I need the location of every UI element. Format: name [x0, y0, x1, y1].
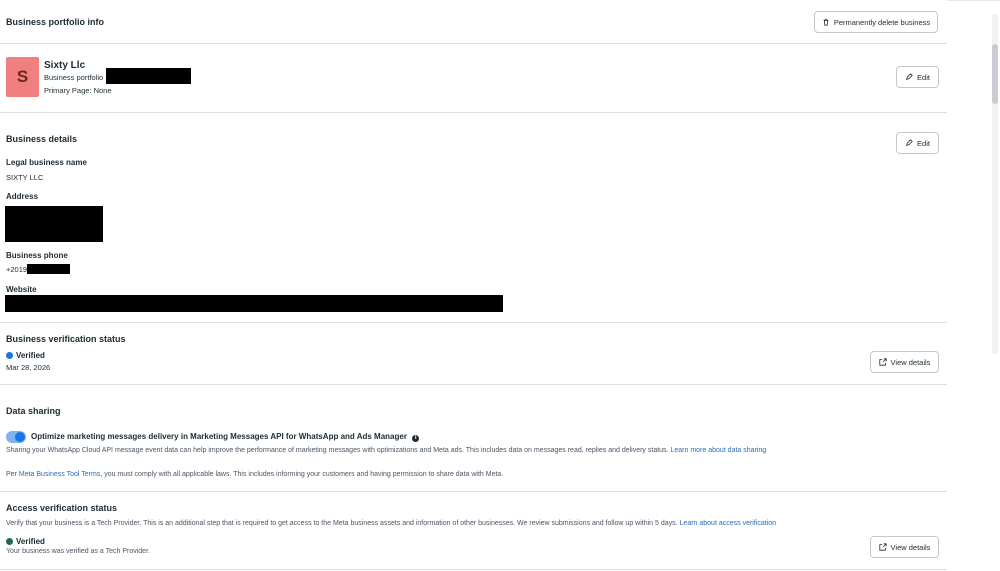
scrollbar-thumb[interactable] — [992, 44, 998, 104]
portfolio-id-label: Business portfolio — [44, 73, 104, 82]
description-text: Sharing your WhatsApp Cloud API message … — [6, 447, 669, 454]
external-link-icon — [878, 543, 887, 551]
edit-business-details-button[interactable]: Edit — [896, 132, 939, 154]
section-title-data-sharing: Data sharing — [6, 406, 61, 416]
verification-date: Mar 28, 2026 — [6, 363, 51, 372]
section-title-access-verification: Access verification status — [6, 503, 118, 513]
business-name: Sixty Llc — [44, 60, 86, 71]
edit-button-label: Edit — [917, 72, 930, 82]
section-title-portfolio-info: Business portfolio info — [6, 17, 104, 27]
pencil-icon — [905, 73, 913, 81]
phone-prefix: +2019 — [6, 265, 28, 274]
permanently-delete-business-button[interactable]: Permanently delete business — [814, 11, 938, 33]
learn-about-access-verification-link[interactable]: Learn about access verification — [680, 520, 777, 527]
edit-portfolio-button[interactable]: Edit — [896, 66, 939, 88]
divider — [0, 43, 947, 44]
toggle-knob — [15, 432, 25, 442]
info-icon[interactable]: i — [412, 435, 420, 442]
toggle-label: Optimize marketing messages delivery in … — [31, 432, 420, 442]
terms-notice: Per Meta Business Tool Terms, you must c… — [6, 471, 503, 478]
redacted-portfolio-id — [106, 68, 191, 84]
verified-dot-icon — [6, 352, 13, 359]
access-description-text: Verify that your business is a Tech Prov… — [6, 520, 678, 527]
verified-dot-icon — [6, 538, 13, 545]
terms-suffix: , you must comply with all applicable la… — [100, 471, 504, 478]
business-portfolio-panel: Business portfolio info Permanently dele… — [0, 0, 947, 571]
data-sharing-description: Sharing your WhatsApp Cloud API message … — [6, 447, 766, 454]
access-status-detail: Your business was verified as a Tech Pro… — [6, 548, 150, 555]
view-details-label: View details — [890, 542, 931, 552]
redacted-address — [5, 206, 103, 242]
terms-prefix: Per — [6, 471, 17, 478]
divider — [0, 491, 947, 492]
legal-name-value: SIXTY LLC — [6, 173, 44, 182]
access-status: Verified — [16, 537, 45, 546]
legal-name-label: Legal business name — [6, 158, 87, 167]
edit-button-label: Edit — [917, 138, 930, 148]
business-avatar: S — [6, 57, 39, 97]
trash-icon — [823, 19, 829, 26]
external-link-icon — [878, 358, 887, 366]
primary-page: Primary Page: None — [44, 86, 112, 95]
learn-more-data-sharing-link[interactable]: Learn more about data sharing — [670, 447, 766, 454]
divider — [0, 112, 947, 113]
access-verification-description: Verify that your business is a Tech Prov… — [6, 520, 776, 527]
view-details-label: View details — [890, 357, 931, 367]
toggle-label-text: Optimize marketing messages delivery in … — [31, 432, 407, 441]
section-title-verification: Business verification status — [6, 334, 126, 344]
redacted-phone — [27, 264, 70, 274]
redacted-website — [5, 295, 503, 312]
divider — [0, 322, 947, 323]
phone-label: Business phone — [6, 251, 68, 260]
view-access-details-button[interactable]: View details — [870, 536, 939, 558]
section-title-business-details: Business details — [6, 134, 78, 144]
avatar-letter: S — [16, 67, 29, 86]
address-label: Address — [6, 192, 39, 201]
data-sharing-toggle[interactable] — [6, 431, 26, 443]
scrollbar[interactable] — [992, 14, 998, 354]
verification-status: Verified — [16, 351, 45, 360]
divider — [0, 384, 947, 385]
view-verification-details-button[interactable]: View details — [870, 351, 939, 373]
pencil-icon — [905, 139, 913, 147]
divider — [0, 569, 947, 570]
website-label: Website — [6, 285, 37, 294]
meta-business-tool-terms-link[interactable]: Meta Business Tool Terms — [19, 471, 100, 478]
delete-button-label: Permanently delete business — [833, 17, 931, 27]
